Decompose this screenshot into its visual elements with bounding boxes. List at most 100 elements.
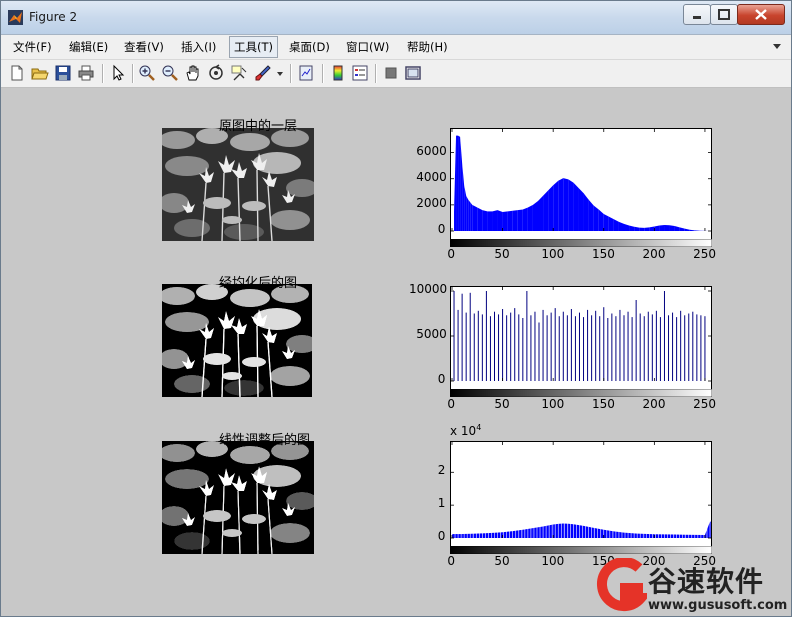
legend-icon[interactable]: [351, 64, 369, 82]
toolbar-separator: [290, 64, 292, 83]
save-icon[interactable]: [54, 64, 72, 82]
x-tick-label: 200: [642, 397, 666, 411]
new-file-icon[interactable]: [8, 64, 26, 82]
histogram-bar: [512, 210, 518, 231]
histogram-bar: [654, 534, 665, 538]
histogram-bar: [629, 225, 635, 231]
histogram-bar: [492, 210, 498, 231]
y-tick-label: 6000: [416, 143, 447, 158]
panel-title-original: 原图中的一层: [219, 119, 298, 134]
y-tick-label: 2: [437, 463, 446, 478]
y-tick-label: 0: [437, 222, 446, 236]
histogram-bar: [674, 226, 680, 231]
link-plot-icon[interactable]: [297, 64, 315, 82]
histogram-bar: [679, 227, 685, 231]
x-tick-label: 50: [494, 554, 510, 568]
title-bar: Figure 2: [1, 1, 791, 35]
histogram-bar: [472, 204, 478, 231]
grayscale-colorbar: [450, 546, 712, 554]
histogram-bar: [532, 200, 538, 231]
histogram-bar: [624, 223, 630, 231]
histogram-bar: [694, 534, 705, 538]
histogram-original-plot: [451, 129, 711, 232]
close-button[interactable]: [737, 4, 785, 25]
histogram-bar: [482, 210, 488, 231]
maximize-button[interactable]: [710, 4, 738, 25]
histogram-bar: [669, 225, 675, 231]
zoom-in-icon[interactable]: [138, 64, 156, 82]
x-tick-label: 0: [447, 247, 456, 261]
histogram-bar: [497, 210, 503, 231]
watermark-brand: 谷速软件: [648, 565, 765, 598]
zoom-out-icon[interactable]: [161, 64, 179, 82]
linear-adjusted-image: [162, 441, 314, 554]
x-tick-label: 150: [591, 247, 615, 261]
menu-dock-arrow-icon[interactable]: [772, 43, 782, 51]
histogram-bar: [458, 135, 461, 231]
x-tick-label: 50: [494, 397, 510, 411]
histogram-bar: [618, 221, 624, 231]
histogram-bar: [543, 190, 549, 231]
menu-help[interactable]: 帮助(H): [407, 39, 448, 55]
histogram-bar: [553, 180, 559, 231]
histogram-bar: [553, 523, 559, 538]
toolbar: [1, 60, 791, 88]
histogram-bar: [454, 135, 457, 231]
hide-tools-icon[interactable]: [382, 64, 400, 82]
y-tick-label: 1: [437, 496, 446, 511]
histogram-bar: [538, 195, 544, 231]
toolbar-separator: [132, 64, 134, 83]
colorbar-icon[interactable]: [329, 64, 347, 82]
toolbar-separator: [375, 64, 377, 83]
menu-bar: 文件(F) 编辑(E) 查看(V) 插入(I) 工具(T) 桌面(D) 窗口(W…: [1, 35, 791, 60]
close-icon: [755, 9, 767, 20]
matlab-logo-icon: [8, 10, 23, 25]
pointer-icon[interactable]: [109, 64, 127, 82]
histogram-bar: [543, 524, 554, 538]
menu-view[interactable]: 查看(V): [124, 39, 164, 55]
histogram-bar: [624, 532, 635, 538]
histogram-equalized-axes: [450, 286, 712, 390]
y-tick-label: 4000: [416, 169, 447, 184]
histogram-bar: [487, 211, 493, 231]
menu-tools[interactable]: 工具(T): [229, 36, 278, 58]
panel-title-linear: 线性调整后的图: [219, 433, 311, 448]
histogram-bar: [578, 187, 584, 231]
show-tools-icon[interactable]: [404, 64, 422, 82]
histogram-bar: [598, 209, 604, 231]
histogram-bar: [649, 226, 655, 231]
histogram-bar: [568, 179, 574, 231]
data-cursor-icon[interactable]: [230, 64, 248, 82]
histogram-linear-plot: [451, 442, 712, 539]
menu-edit[interactable]: 编辑(E): [69, 39, 108, 55]
grayscale-colorbar: [450, 389, 712, 397]
histogram-bar: [527, 204, 533, 231]
print-icon[interactable]: [77, 64, 95, 82]
open-folder-icon[interactable]: [31, 64, 49, 82]
menu-desktop[interactable]: 桌面(D): [289, 39, 330, 55]
minimize-button[interactable]: [683, 4, 711, 25]
y-exponent-label: x 104: [450, 423, 482, 438]
histogram-original-axes: [450, 128, 712, 240]
menu-file[interactable]: 文件(F): [13, 39, 52, 55]
histogram-bar: [502, 531, 513, 538]
x-tick-label: 100: [541, 554, 565, 568]
menu-window[interactable]: 窗口(W): [346, 39, 389, 55]
histogram-bar: [588, 199, 594, 231]
menu-insert[interactable]: 插入(I): [181, 39, 216, 55]
histogram-bar: [644, 227, 650, 231]
y-tick-label: 10000: [409, 282, 448, 296]
pan-hand-icon[interactable]: [184, 64, 202, 82]
histogram-bar: [613, 219, 619, 231]
brush-dropdown-icon[interactable]: [276, 71, 284, 77]
rotate-3d-icon[interactable]: [207, 64, 225, 82]
gususoft-logo-icon: [596, 558, 647, 612]
histogram-bar: [462, 163, 465, 231]
histogram-bar: [464, 185, 467, 231]
brush-icon[interactable]: [254, 64, 272, 82]
histogram-bar: [573, 182, 579, 231]
histogram-bar: [472, 533, 483, 538]
histogram-bar: [532, 526, 544, 538]
histogram-bar: [468, 199, 471, 231]
histogram-bar: [634, 226, 640, 231]
